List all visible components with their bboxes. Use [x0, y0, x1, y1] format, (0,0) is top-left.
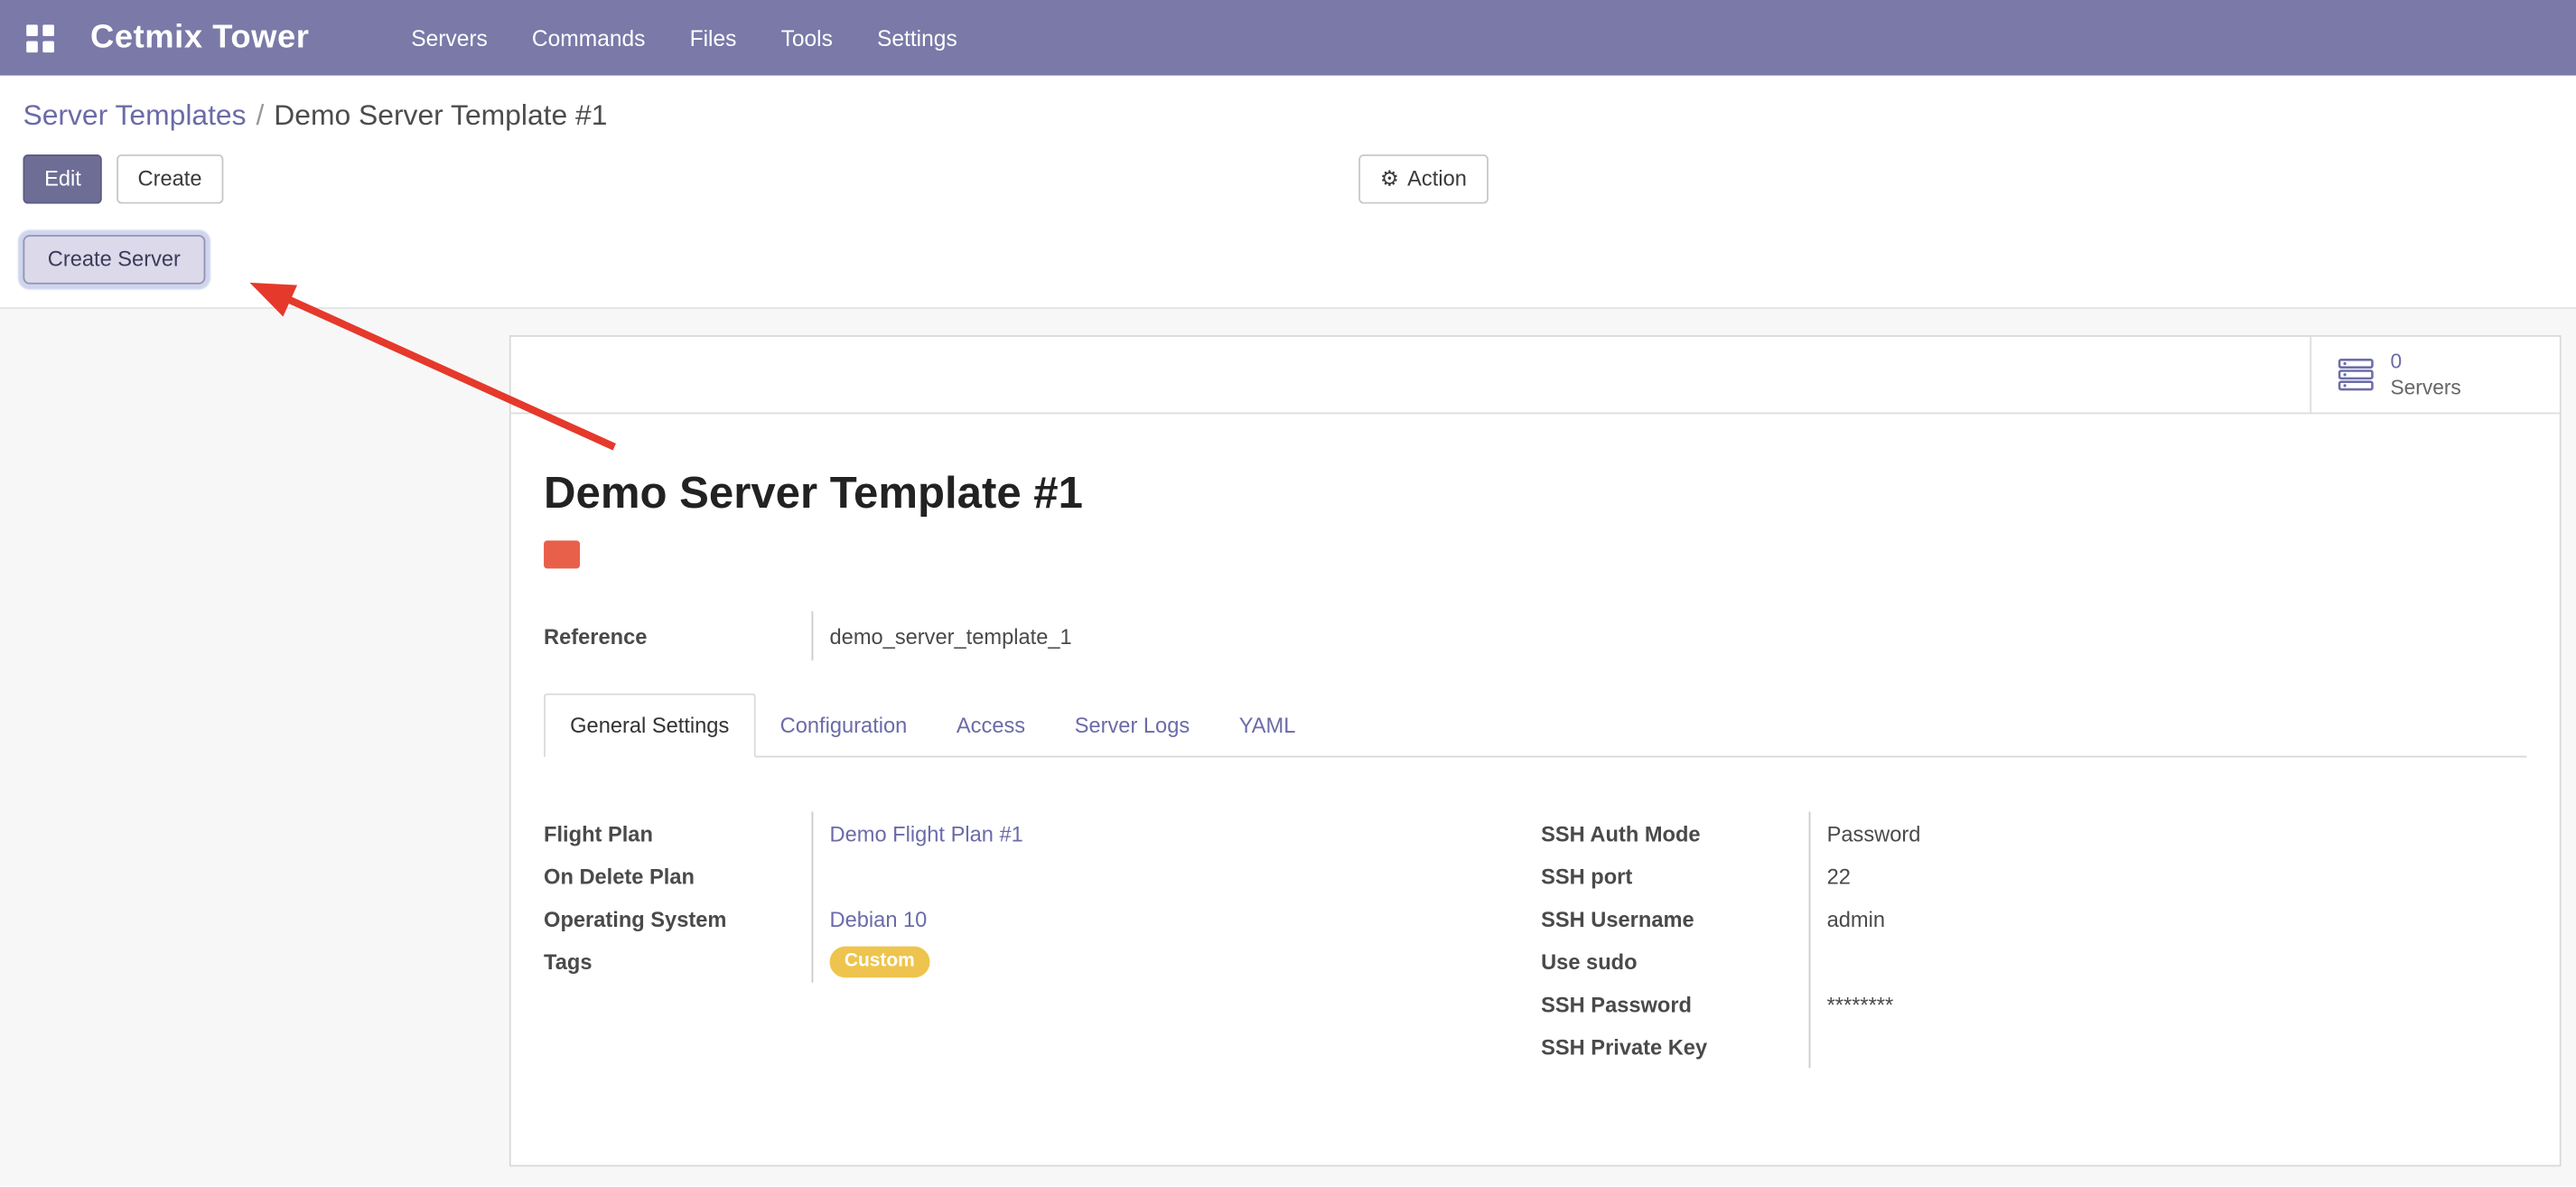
- color-swatch[interactable]: [544, 541, 580, 569]
- field-label-ssh-auth-mode: SSH Auth Mode: [1541, 821, 1808, 846]
- field-row-ssh-port: SSH port 22: [1541, 855, 2526, 897]
- field-label-use-sudo: Use sudo: [1541, 949, 1808, 974]
- field-row-use-sudo: Use sudo: [1541, 940, 2526, 983]
- field-value-text-ssh-port: 22: [1827, 864, 1851, 888]
- page: Cetmix Tower ServersCommandsFilesToolsSe…: [0, 0, 2576, 1174]
- reference-value-text: demo_server_template_1: [830, 624, 1072, 649]
- tab-general-settings[interactable]: General Settings: [544, 694, 755, 758]
- record-card: 0 Servers Demo Server Template #1 Refere…: [509, 336, 2562, 1167]
- nav-item-servers[interactable]: Servers: [411, 25, 488, 50]
- card-body: Demo Server Template #1 Reference demo_s…: [511, 469, 2560, 1069]
- field-value-text-tags[interactable]: Custom: [830, 946, 930, 977]
- server-stack-icon: [2338, 359, 2374, 391]
- field-value-text-flight-plan[interactable]: Demo Flight Plan #1: [830, 821, 1023, 846]
- fields: Flight Plan Demo Flight Plan #1 On Delete …: [544, 812, 2526, 1069]
- card-header: 0 Servers: [511, 337, 2560, 414]
- button-band: Create Server: [0, 235, 2576, 309]
- field-row-ssh-password: SSH Password ********: [1541, 983, 2526, 1025]
- record-title: Demo Server Template #1: [544, 469, 2526, 519]
- stat-texts: 0 Servers: [2390, 348, 2460, 402]
- content-area: 0 Servers Demo Server Template #1 Refere…: [0, 309, 2576, 1186]
- field-value-text-ssh-password: ********: [1827, 992, 1894, 1016]
- gear-icon: ⚙: [1380, 166, 1399, 191]
- field-value-text-operating-system[interactable]: Debian 10: [830, 907, 928, 931]
- field-row-operating-system: Operating System Debian 10: [544, 898, 1541, 940]
- apps-grid-icon[interactable]: [26, 23, 54, 51]
- field-value-operating-system: Debian 10: [812, 898, 1542, 940]
- field-label-flight-plan: Flight Plan: [544, 821, 811, 846]
- top-navbar: Cetmix Tower ServersCommandsFilesToolsSe…: [0, 0, 2576, 76]
- action-button-label: Action: [1407, 166, 1467, 191]
- field-value-ssh-password: ********: [1809, 983, 2527, 1025]
- nav-item-tools[interactable]: Tools: [781, 25, 833, 50]
- reference-value: demo_server_template_1: [812, 612, 2527, 661]
- field-value-use-sudo: [1809, 940, 2527, 983]
- field-value-on-delete-plan: [812, 855, 1542, 897]
- field-row-flight-plan: Flight Plan Demo Flight Plan #1: [544, 812, 1541, 855]
- nav-item-commands[interactable]: Commands: [532, 25, 646, 50]
- field-row-tags: Tags Custom: [544, 940, 1541, 983]
- action-button[interactable]: ⚙ Action: [1358, 154, 1488, 204]
- field-label-ssh-private-key: SSH Private Key: [1541, 1034, 1808, 1059]
- reference-field: Reference demo_server_template_1: [544, 612, 2526, 661]
- tab-yaml[interactable]: YAML: [1214, 696, 1320, 756]
- reference-label: Reference: [544, 624, 811, 649]
- field-value-ssh-auth-mode: Password: [1809, 812, 2527, 855]
- breadcrumb-separator: /: [256, 98, 264, 131]
- control-panel: Server Templates / Demo Server Template #1…: [0, 76, 2576, 206]
- field-value-ssh-port: 22: [1809, 855, 2527, 897]
- field-value-tags: Custom: [812, 940, 1542, 983]
- nav-item-settings[interactable]: Settings: [877, 25, 957, 50]
- field-value-flight-plan: Demo Flight Plan #1: [812, 812, 1542, 855]
- tabs: General SettingsConfigurationAccessServe…: [544, 694, 2526, 758]
- field-label-operating-system: Operating System: [544, 907, 811, 931]
- field-label-ssh-port: SSH port: [1541, 864, 1808, 888]
- tab-server-logs[interactable]: Server Logs: [1050, 696, 1214, 756]
- field-group-right: SSH Auth Mode Password SSH port 22 SSH Usern…: [1541, 812, 2526, 1069]
- tab-configuration[interactable]: Configuration: [755, 696, 931, 756]
- field-row-ssh-username: SSH Username admin: [1541, 898, 2526, 940]
- field-value-text-ssh-username: admin: [1827, 907, 1885, 931]
- field-label-tags: Tags: [544, 949, 811, 974]
- field-label-ssh-username: SSH Username: [1541, 907, 1808, 931]
- tab-access[interactable]: Access: [932, 696, 1050, 756]
- edit-button[interactable]: Edit: [23, 154, 102, 204]
- create-server-button[interactable]: Create Server: [23, 235, 205, 285]
- field-value-ssh-username: admin: [1809, 898, 2527, 940]
- app-brand[interactable]: Cetmix Tower: [90, 19, 309, 57]
- field-label-ssh-password: SSH Password: [1541, 992, 1808, 1016]
- create-button[interactable]: Create: [117, 154, 223, 204]
- field-row-ssh-auth-mode: SSH Auth Mode Password: [1541, 812, 2526, 855]
- toolbar: Edit Create ⚙ Action: [23, 154, 2553, 205]
- breadcrumb-parent[interactable]: Server Templates: [23, 98, 246, 131]
- breadcrumb-current: Demo Server Template #1: [274, 98, 607, 131]
- field-group-left: Flight Plan Demo Flight Plan #1 On Delete …: [544, 812, 1541, 1069]
- nav-menu: Servers Commands Files Tools Settings: [411, 25, 957, 50]
- breadcrumb: Server Templates / Demo Server Template #1: [23, 98, 2553, 133]
- field-value-text-ssh-auth-mode: Password: [1827, 821, 1921, 846]
- servers-stat-button[interactable]: 0 Servers: [2310, 337, 2559, 413]
- field-row-ssh-private-key: SSH Private Key: [1541, 1025, 2526, 1068]
- field-value-ssh-private-key: [1809, 1025, 2527, 1068]
- servers-label: Servers: [2390, 375, 2460, 402]
- field-label-on-delete-plan: On Delete Plan: [544, 864, 811, 888]
- field-row-on-delete-plan: On Delete Plan: [544, 855, 1541, 897]
- servers-count: 0: [2390, 348, 2460, 375]
- nav-item-files[interactable]: Files: [690, 25, 737, 50]
